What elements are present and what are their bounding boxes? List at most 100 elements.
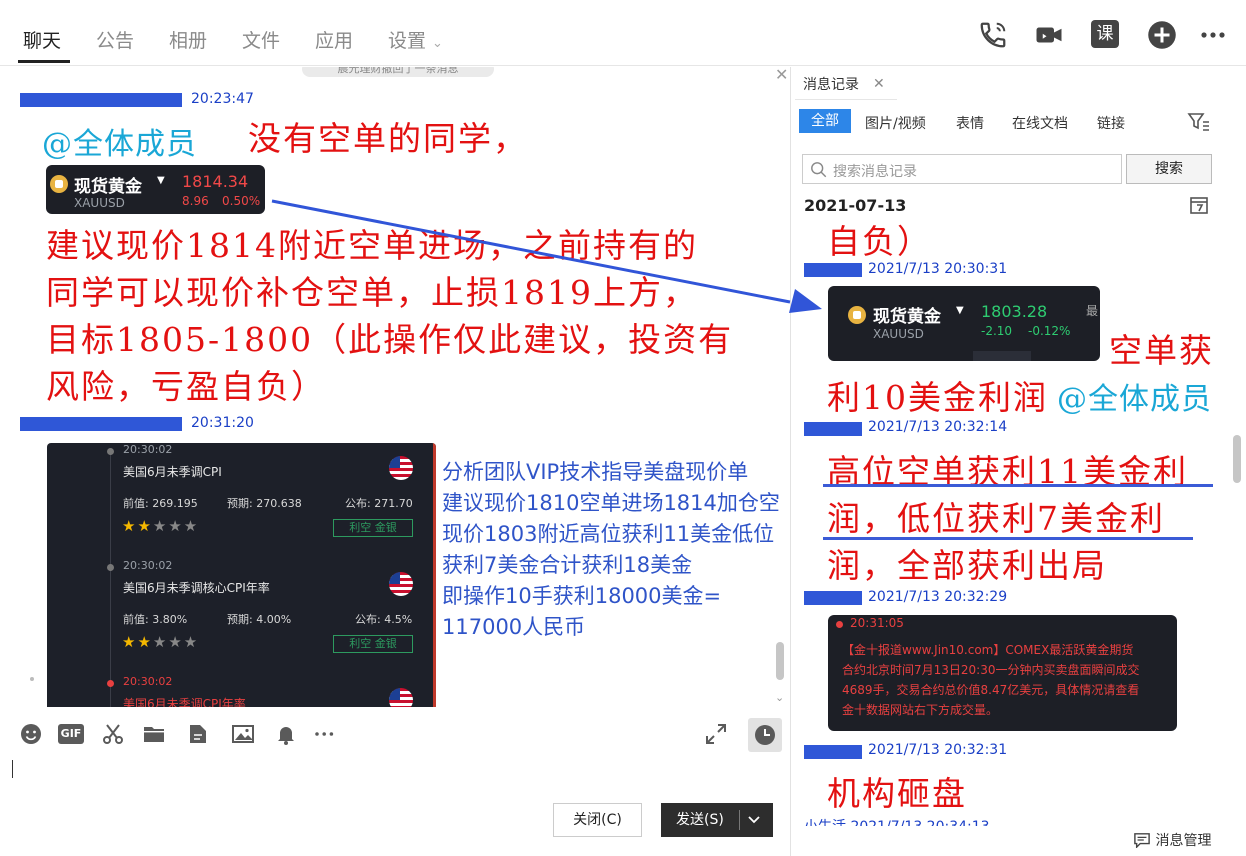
close-button[interactable]: 关闭(C) bbox=[553, 803, 642, 837]
message-history-panel: 消息记录 ✕ 全部 图片/视频 表情 在线文档 链接 搜索消息记录 搜索 202… bbox=[790, 67, 1246, 856]
expand-icon[interactable] bbox=[704, 722, 730, 748]
emoji-icon[interactable] bbox=[19, 722, 45, 748]
tab-settings-label: 设置 bbox=[388, 30, 427, 52]
history-search-button[interactable]: 搜索 bbox=[1126, 154, 1212, 184]
entry-forecast: 预期: 270.638 bbox=[227, 497, 302, 510]
scroll-down-icon[interactable]: ⌄ bbox=[775, 691, 784, 704]
ticker-edge-label: 最 bbox=[1086, 304, 1099, 318]
ticker-name: 现货黄金 bbox=[74, 177, 142, 197]
gold-ticker-card[interactable]: 现货黄金 ▼ XAUUSD 1803.28 -2.10 -0.12% 最 bbox=[828, 286, 1100, 361]
entry-actual: 公布: 271.70 bbox=[345, 497, 413, 510]
message-input[interactable] bbox=[0, 750, 790, 800]
doc-icon[interactable] bbox=[186, 722, 212, 748]
history-message-line: 润，低位获利7美金利 bbox=[827, 499, 1165, 538]
chat-message-area[interactable]: 晨光理财撤回了一条消息 ✕ 20:23:47 @全体成员 没有空单的同学， 现货… bbox=[0, 67, 790, 707]
advice-line: 同学可以现价补仓空单，止损1819上方， bbox=[46, 273, 698, 312]
close-icon[interactable]: ✕ bbox=[873, 76, 885, 92]
ticker-change: 8.96 bbox=[182, 194, 209, 208]
list-bullet bbox=[30, 677, 34, 681]
tab-files[interactable]: 文件 bbox=[242, 26, 280, 53]
history-message-line: 润，全部获利出局 bbox=[827, 546, 1107, 585]
bell-icon[interactable] bbox=[274, 722, 300, 748]
gold-coin-icon bbox=[50, 175, 68, 193]
tab-notice[interactable]: 公告 bbox=[96, 26, 134, 53]
entry-previous: 前值: 269.195 bbox=[123, 497, 198, 510]
ticker-change-pct: -0.12% bbox=[1028, 324, 1071, 338]
history-time: 2021/7/13 20:32:14 bbox=[868, 419, 1008, 435]
tab-chat[interactable]: 聊天 bbox=[23, 26, 61, 53]
search-placeholder: 搜索消息记录 bbox=[833, 164, 917, 180]
filter-tab-emoji[interactable]: 表情 bbox=[956, 113, 984, 133]
history-search-input[interactable]: 搜索消息记录 bbox=[802, 154, 1122, 184]
entry-title: 美国6月未季调CPI bbox=[123, 465, 222, 479]
filter-tab-links[interactable]: 链接 bbox=[1097, 113, 1125, 133]
tab-settings[interactable]: 设置 ⌄ bbox=[388, 26, 443, 53]
top-tab-bar: 聊天 公告 相册 文件 应用 设置 ⌄ 课 bbox=[0, 0, 1246, 66]
history-message-line: 空单获 bbox=[1109, 331, 1214, 370]
analysis-line: 117000人民币 bbox=[442, 615, 586, 639]
filter-icon[interactable] bbox=[1187, 112, 1211, 132]
impact-badge: 利空 金银 bbox=[333, 519, 413, 537]
calendar-icon[interactable] bbox=[1189, 195, 1209, 215]
news-body: 【金十报道www.Jin10.com】COMEX最活跃黄金期货 合约北京时间7月… bbox=[842, 640, 1174, 720]
message-management-link[interactable]: 消息管理 bbox=[1133, 830, 1211, 850]
history-time: 2021/7/13 20:30:31 bbox=[868, 261, 1008, 277]
mention-all[interactable]: @全体成员 bbox=[42, 119, 197, 163]
history-time: 2021/7/13 20:32:31 bbox=[868, 742, 1008, 758]
filter-tab-docs[interactable]: 在线文档 bbox=[1012, 113, 1068, 133]
mention-all[interactable]: @全体成员 bbox=[1057, 374, 1212, 418]
sender-name-redacted bbox=[804, 745, 862, 759]
send-button-label: 发送(S) bbox=[676, 812, 724, 828]
message-time: 20:23:47 bbox=[191, 91, 254, 107]
analysis-line: 获利7美金合计获利18美金 bbox=[442, 553, 693, 577]
sender-name-redacted bbox=[804, 591, 862, 605]
us-flag-icon bbox=[389, 688, 413, 707]
analysis-summary: 分析团队VIP技术指导美盘现价单 建议现价1810空单进场1814加仓空 现价1… bbox=[442, 457, 787, 643]
analysis-line: 建议现价1810空单进场1814加仓空 bbox=[442, 491, 780, 515]
news-line: 4689手，交易合约总价值8.47亿美元，具体情况请查看 bbox=[842, 683, 1140, 697]
news-card[interactable]: 20:31:05 【金十报道www.Jin10.com】COMEX最活跃黄金期货… bbox=[828, 615, 1177, 731]
importance-stars: ★★★★★ bbox=[122, 633, 200, 651]
folder-icon[interactable] bbox=[142, 722, 168, 748]
phone-icon[interactable] bbox=[978, 20, 1008, 50]
advice-line: 目标1805-1800（此操作仅此建议，投资有 bbox=[46, 320, 734, 359]
gif-icon[interactable]: GIF bbox=[58, 722, 86, 748]
filter-tab-all[interactable]: 全部 bbox=[799, 109, 851, 133]
chevron-down-icon[interactable] bbox=[745, 812, 763, 828]
tab-apps[interactable]: 应用 bbox=[315, 26, 353, 53]
news-line: 金十数据网站右下方成交量。 bbox=[842, 703, 999, 717]
video-call-icon[interactable] bbox=[1034, 20, 1064, 50]
ticker-price: 1803.28 bbox=[981, 302, 1048, 321]
trade-advice: 建议现价1814附近空单进场，之前持有的 同学可以现价补仓空单，止损1819上方… bbox=[46, 222, 786, 410]
scissors-icon[interactable] bbox=[101, 722, 127, 748]
tab-album[interactable]: 相册 bbox=[169, 26, 207, 53]
more-icon[interactable] bbox=[1198, 20, 1228, 50]
close-icon[interactable]: ✕ bbox=[775, 67, 788, 84]
gold-ticker-card[interactable]: 现货黄金 ▼ XAUUSD 1814.34 8.96 0.50% bbox=[46, 165, 265, 214]
lesson-icon[interactable]: 课 bbox=[1091, 20, 1121, 50]
filter-tab-media[interactable]: 图片/视频 bbox=[865, 113, 926, 133]
calendar-entry: 20:30:02 美国6月未季调核心CPI年率 前值: 3.80% 预期: 4.… bbox=[47, 559, 436, 675]
image-icon[interactable] bbox=[231, 722, 257, 748]
entry-time: 20:30:02 bbox=[123, 675, 173, 688]
more-tools-icon[interactable] bbox=[313, 722, 343, 748]
recall-notice: 晨光理财撤回了一条消息 bbox=[302, 67, 494, 77]
sender-name-redacted bbox=[804, 422, 862, 436]
entry-forecast: 预期: 4.00% bbox=[227, 613, 292, 626]
importance-stars: ★★★★★ bbox=[122, 517, 200, 535]
add-circle-icon[interactable] bbox=[1147, 20, 1177, 50]
history-scrollbar[interactable] bbox=[1233, 435, 1241, 483]
news-time: 20:31:05 bbox=[850, 616, 904, 630]
timeline-dot bbox=[107, 448, 114, 455]
message-time: 20:31:20 bbox=[191, 415, 254, 431]
timeline-dot bbox=[107, 564, 114, 571]
search-icon bbox=[811, 162, 827, 178]
chat-scrollbar[interactable] bbox=[776, 642, 784, 680]
entry-time: 20:30:02 bbox=[123, 559, 173, 572]
history-clock-icon[interactable] bbox=[748, 718, 782, 752]
news-dot bbox=[836, 621, 843, 628]
economic-calendar-image[interactable]: 20:30:02 美国6月未季调CPI 前值: 269.195 预期: 270.… bbox=[47, 443, 436, 707]
entry-title: 美国6月未季调核心CPI年率 bbox=[123, 581, 270, 595]
calendar-entry: 20:30:02 美国6月未季调CPI 前值: 269.195 预期: 270.… bbox=[47, 443, 436, 559]
entry-time: 20:30:02 bbox=[123, 443, 173, 456]
